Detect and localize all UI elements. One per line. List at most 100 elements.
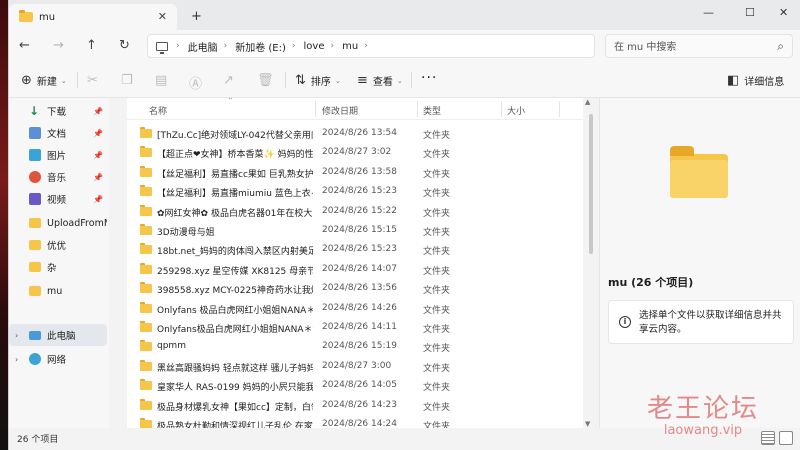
table-row[interactable]: 皇家华人 RAS-0199 妈妈的小屄只能我... 2024/8/26 14:05… <box>127 376 583 395</box>
up-button[interactable]: ↑ <box>86 38 97 53</box>
file-type: 文件夹 <box>423 150 451 161</box>
scroll-down-arrow[interactable]: ▼ <box>585 420 590 428</box>
close-window-button[interactable]: ✕ <box>779 6 788 19</box>
table-row[interactable]: 极品身材爆乳女神【果如cc】定制，白领... 2024/8/26 14:23 文件夹 <box>127 396 583 415</box>
breadcrumb-mu[interactable]: mu <box>342 41 358 52</box>
file-type: 文件夹 <box>423 325 451 335</box>
maximize-button[interactable]: ☐ <box>745 6 755 19</box>
sidebar-item-this-pc[interactable]: › 此电脑 <box>9 324 107 346</box>
forward-button[interactable]: → <box>53 38 64 53</box>
more-options-button[interactable]: ··· <box>421 70 437 86</box>
file-date: 2024/8/26 13:58 <box>322 166 397 177</box>
share-icon[interactable]: ↗ <box>223 73 234 88</box>
column-divider[interactable] <box>315 101 316 117</box>
file-name: 398558.xyz MCY-0225神奇药水让我爆... <box>157 286 313 297</box>
chevron-down-icon: ⌄ <box>60 76 67 85</box>
status-bar: 26 个项目 <box>9 428 800 450</box>
column-size[interactable]: 大小 <box>507 104 525 117</box>
table-row[interactable]: [ThZu.Cc]绝对领域LY-042代替父亲用肉... 2024/8/26 13… <box>127 124 583 143</box>
table-row[interactable]: 【丝足福利】易直播miumiu 蓝色上衣+... 2024/8/26 15:23 文… <box>127 182 583 201</box>
column-name[interactable]: 名称 <box>149 104 167 117</box>
copy-icon[interactable]: ❐ <box>121 73 133 88</box>
breadcrumb-love[interactable]: love <box>304 41 325 52</box>
table-row[interactable]: 18bt.net_妈妈的肉体闯入禁区内射美足... 2024/8/26 15:23… <box>127 240 583 259</box>
scrollbar-thumb[interactable] <box>589 114 593 254</box>
delete-icon[interactable]: 🗑 <box>257 73 274 88</box>
file-type: 文件夹 <box>423 189 451 200</box>
back-button[interactable]: ← <box>19 38 30 53</box>
details-view-icon[interactable] <box>761 431 775 445</box>
chevron-right-icon[interactable]: › <box>15 355 18 364</box>
table-row[interactable]: 极品熟女杜勤和情深视红儿子乱伦 在家... 2024/8/26 14:24 文件夹 <box>127 415 583 428</box>
rename-icon[interactable]: Ⓐ <box>189 73 202 92</box>
chevron-right-icon[interactable]: › <box>15 331 18 340</box>
sidebar-item-downloads[interactable]: ↓ 下载 📌 <box>9 100 107 122</box>
sidebar-item-uploadfromm[interactable]: UploadFromM <box>9 212 107 234</box>
file-name: Onlyfans 极品白虎网红小姐姐NANA＊... <box>157 305 313 316</box>
file-type: 文件夹 <box>423 422 451 428</box>
column-date[interactable]: 修改日期 <box>322 104 358 117</box>
file-date: 2024/8/26 14:11 <box>322 322 397 332</box>
tab-mu[interactable]: mu ✕ <box>9 4 177 30</box>
column-divider[interactable] <box>417 101 418 117</box>
search-input[interactable] <box>614 39 764 55</box>
sidebar-item-mu[interactable]: mu <box>9 280 107 302</box>
file-date: 2024/8/26 15:19 <box>322 341 397 352</box>
pin-icon: 📌 <box>93 172 103 182</box>
picture-icon <box>29 149 41 161</box>
sort-button[interactable]: ⇅ 排序 ⌄ <box>295 73 341 88</box>
minimize-button[interactable]: — <box>703 6 714 19</box>
breadcrumb-separator: › <box>291 41 296 51</box>
sort-label: 排序 <box>310 77 331 88</box>
table-row[interactable]: 398558.xyz MCY-0225神奇药水让我爆... 2024/8/26 1… <box>127 279 583 298</box>
column-type[interactable]: 类型 <box>423 104 441 117</box>
navigation-pane: ↓ 下载 📌 文档 📌 图片 📌 音乐 📌 视频 📌 UploadFromM 优… <box>9 98 109 428</box>
download-icon: ↓ <box>29 104 40 118</box>
refresh-button[interactable]: ↻ <box>119 38 130 53</box>
table-row[interactable]: 【超正点❤女神】桥本香菜✨ 妈妈的性... 2024/8/27 3:02 文件夹 <box>127 143 583 162</box>
table-row[interactable]: 【丝足福利】易直播cc果如 巨乳熟女护... 2024/8/26 13:58 文件夹 <box>127 163 583 182</box>
folder-icon <box>140 359 152 371</box>
details-pane-icon: ◧ <box>727 73 740 88</box>
table-row[interactable]: Onlyfans 极品白虎网红小姐姐NANA＊... 2024/8/26 14:2… <box>127 299 583 318</box>
sidebar-item-za[interactable]: 杂 <box>9 256 107 278</box>
table-row[interactable]: qpmm 2024/8/26 15:19 文件夹 <box>127 337 583 356</box>
file-date: 2024/8/26 15:23 <box>322 244 397 255</box>
view-icon: ≡ <box>357 73 368 88</box>
sidebar-item-pictures[interactable]: 图片 📌 <box>9 144 107 166</box>
vertical-scrollbar[interactable] <box>589 100 593 420</box>
table-row[interactable]: ✿网红女神✿ 极品白虎名器01年在校大... 2024/8/26 15:22 文件夹 <box>127 202 583 221</box>
view-button[interactable]: ≡ 查看 ⌄ <box>357 73 403 88</box>
sidebar-item-documents[interactable]: 文档 📌 <box>9 122 107 144</box>
column-divider[interactable] <box>559 101 560 117</box>
file-date: 2024/8/26 15:15 <box>322 225 397 235</box>
tab-close-icon[interactable]: ✕ <box>158 10 167 23</box>
file-date: 2024/8/26 14:24 <box>322 419 397 428</box>
sidebar-item-music[interactable]: 音乐 📌 <box>9 166 107 188</box>
pin-icon: 📌 <box>93 150 103 160</box>
address-bar[interactable]: › 此电脑 › 新加卷 (E:) › love › mu › <box>147 34 595 58</box>
new-button[interactable]: ⊕ 新建 ⌄ <box>21 73 67 88</box>
table-row[interactable]: 黑丝高跟骚妈妈 轻点就这样 骚儿子妈妈... 2024/8/27 3:00 文件夹 <box>127 357 583 376</box>
cut-icon[interactable]: ✂ <box>87 73 98 88</box>
sidebar-item-youyou[interactable]: 优优 <box>9 234 107 256</box>
column-divider[interactable] <box>501 101 502 117</box>
paste-icon[interactable]: ▤ <box>155 73 167 88</box>
breadcrumb-separator: › <box>176 41 180 51</box>
file-name: 皇家华人 RAS-0199 妈妈的小屄只能我... <box>157 383 313 394</box>
sidebar-item-network[interactable]: › 网络 <box>9 348 107 370</box>
table-row[interactable]: 3D动漫母与姐 2024/8/26 15:15 文件夹 <box>127 221 583 240</box>
search-icon[interactable]: ⌕ <box>777 39 784 54</box>
table-row[interactable]: Onlyfans极品白虎网红小姐姐NANA＊让... 2024/8/26 14:1… <box>127 318 583 337</box>
breadcrumb-drive-e[interactable]: 新加卷 (E:) <box>235 39 286 54</box>
breadcrumb-separator: › <box>223 41 228 51</box>
new-tab-button[interactable]: + <box>191 9 202 24</box>
breadcrumb-this-pc[interactable]: 此电脑 <box>188 39 218 54</box>
monitor-icon <box>156 41 168 54</box>
sidebar-item-videos[interactable]: 视频 📌 <box>9 188 107 210</box>
tiles-view-icon[interactable] <box>779 431 793 445</box>
navigation-bar: ← → ↑ ↻ › 此电脑 › 新加卷 (E:) › love › mu › ⌕ <box>9 30 800 62</box>
table-row[interactable]: 259298.xyz 星空传媒 XK8125 母亲节新... 2024/8/26 … <box>127 260 583 279</box>
file-date: 2024/8/26 15:23 <box>322 186 397 197</box>
details-pane-button[interactable]: ◧ 详细信息 <box>727 73 784 88</box>
